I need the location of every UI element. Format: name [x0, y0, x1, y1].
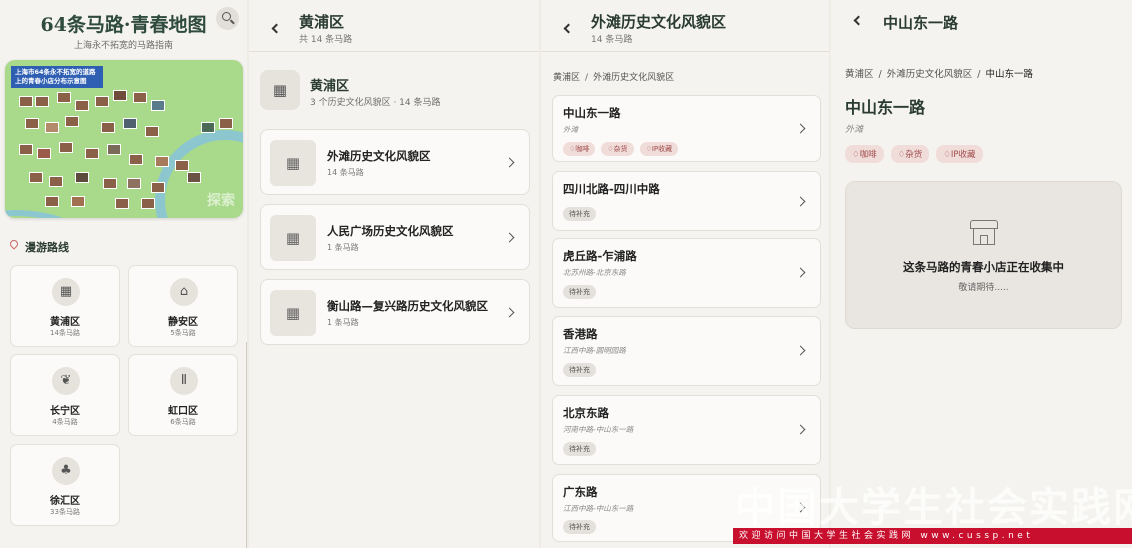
area-card[interactable]: ▦ 人民广场历史文化风貌区 1 条马路	[260, 204, 530, 270]
district-summary: ▦ 黄浦区 3 个历史文化风貌区 · 14 条马路	[260, 70, 530, 114]
pending-badge: 待补充	[563, 442, 596, 456]
site-watermark-bar: 欢迎访问中国大学生社会实践网 www.cussp.net	[733, 528, 1132, 544]
chevron-right-icon	[504, 307, 515, 318]
area-card[interactable]: ▦ 外滩历史文化风貌区 14 条马路	[260, 129, 530, 195]
store-icon	[970, 220, 998, 246]
chevron-right-icon	[795, 196, 806, 207]
breadcrumb-item: 外滩历史文化风貌区	[593, 73, 675, 83]
pending-badge: 待补充	[563, 363, 596, 377]
chevron-right-icon	[795, 267, 806, 278]
building-icon: ▦	[52, 278, 80, 306]
area-card[interactable]: ▦ 衡山路—复兴路历史文化风貌区 1 条马路	[260, 279, 530, 345]
district-card-hongkou[interactable]: Ⅱ 虹口区 6条马路	[128, 354, 238, 436]
tag-list: 待补充	[563, 363, 596, 377]
district-card-xuhui[interactable]: ♣ 徐汇区 33条马路	[10, 444, 120, 526]
district-card-jingan[interactable]: ⌂ 静安区 5条马路	[128, 265, 238, 347]
tag-badge: ♢咖啡	[563, 142, 596, 156]
pending-badge: 待补充	[563, 520, 596, 534]
building-icon: ▦	[270, 140, 316, 186]
chevron-left-icon	[563, 23, 574, 34]
tag-list: ♢咖啡 ♢杂货 ♢IP收藏	[845, 145, 983, 163]
empty-title: 这条马路的青春小店正在收集中	[903, 260, 1064, 274]
header: 外滩历史文化风貌区 14 条马路	[541, 0, 829, 52]
app-subtitle: 上海永不拓宽的马路指南	[73, 41, 173, 51]
road-card[interactable]: 四川北路-四川中路 待补充	[552, 171, 821, 231]
road-card[interactable]: 虎丘路-乍浦路 北苏州路-北京东路 待补充	[552, 238, 821, 308]
breadcrumb-item: 中山东一路	[985, 69, 1033, 80]
header-subtitle: 共 14 条马路	[299, 35, 353, 45]
tag-list: 待补充	[563, 285, 596, 299]
district-title: 黄浦区	[310, 79, 350, 94]
search-button[interactable]	[216, 7, 239, 30]
breadcrumb: 黄浦区 / 外滩历史文化风貌区 / 中山东一路	[845, 69, 1033, 80]
tree-icon: ♣	[52, 457, 80, 485]
map-watermark: 探索	[207, 193, 235, 209]
tag-list: 待补充	[563, 207, 596, 221]
tag-badge: ♢杂货	[601, 142, 634, 156]
road-card[interactable]: 中山东一路 外滩 ♢咖啡 ♢杂货 ♢IP收藏	[552, 95, 821, 162]
tag-badge: ♢IP收藏	[639, 142, 679, 156]
back-button[interactable]	[267, 20, 287, 40]
road-location: 外滩	[845, 125, 864, 135]
chevron-right-icon	[795, 123, 806, 134]
header-title: 黄浦区	[299, 13, 345, 31]
road-map-image[interactable]: 上海市64条永不拓宽的道路上的青春小店分布示意图 探索	[5, 60, 243, 218]
district-screen: 黄浦区 共 14 条马路 ▦ 黄浦区 3 个历史文化风貌区 · 14 条马路 ▦…	[249, 0, 539, 548]
road-title: 中山东一路	[845, 98, 926, 117]
app-title: 64条马路·青春地图	[40, 14, 207, 36]
tag-list: ♢咖啡 ♢杂货 ♢IP收藏	[563, 142, 679, 156]
chevron-right-icon	[795, 345, 806, 356]
empty-subtitle: 敬请期待.....	[958, 283, 1009, 293]
breadcrumb: 黄浦区 / 外滩历史文化风貌区	[553, 73, 675, 83]
back-button[interactable]	[559, 20, 579, 40]
scrollbar[interactable]	[246, 342, 247, 548]
chevron-right-icon	[795, 424, 806, 435]
app-screens: 64条马路·青春地图 上海永不拓宽的马路指南 上海市64条永不拓宽的道路上的青春…	[0, 0, 1132, 548]
tag-badge: ♢咖啡	[845, 145, 884, 163]
tag-badge: ♢IP收藏	[936, 145, 983, 163]
location-pin-icon	[10, 240, 18, 250]
building-icon: ▦	[270, 215, 316, 261]
back-button[interactable]	[849, 12, 869, 32]
road-card[interactable]: 北京东路 河南中路-中山东一路 待补充	[552, 395, 821, 465]
breadcrumb-item[interactable]: 外滩历史文化风貌区	[887, 69, 973, 80]
map-caption: 上海市64条永不拓宽的道路上的青春小店分布示意图	[11, 66, 103, 88]
district-card-changning[interactable]: ❦ 长宁区 4条马路	[10, 354, 120, 436]
building-icon: ▦	[270, 290, 316, 336]
home-icon: ⌂	[170, 278, 198, 306]
road-screen: 中山东一路 黄浦区 / 外滩历史文化风貌区 / 中山东一路 中山东一路 外滩 ♢咖啡 ♢…	[831, 0, 1132, 548]
header-subtitle: 14 条马路	[591, 35, 633, 45]
header-title: 中山东一路	[883, 14, 959, 32]
section-title: 漫游路线	[25, 241, 69, 254]
area-screen: 外滩历史文化风貌区 14 条马路 黄浦区 / 外滩历史文化风貌区 中山东一路 外滩 …	[541, 0, 829, 548]
site-watermark: 中国大学生社会实践网	[735, 484, 1132, 531]
header: 黄浦区 共 14 条马路	[249, 0, 539, 52]
leaf-icon: ❦	[52, 367, 80, 395]
tag-badge: ♢杂货	[890, 145, 930, 163]
empty-state: 这条马路的青春小店正在收集中 敬请期待.....	[845, 181, 1122, 329]
chevron-right-icon	[504, 232, 515, 243]
district-card-huangpu[interactable]: ▦ 黄浦区 14条马路	[10, 265, 120, 347]
header: 中山东一路	[831, 0, 1132, 44]
district-stats: 3 个历史文化风貌区 · 14 条马路	[310, 98, 441, 108]
pending-badge: 待补充	[563, 285, 596, 299]
tag-list: 待补充	[563, 442, 596, 456]
pillar-icon: Ⅱ	[170, 367, 198, 395]
breadcrumb-item[interactable]: 黄浦区	[845, 69, 874, 80]
tag-list: 待补充	[563, 520, 596, 534]
breadcrumb-item[interactable]: 黄浦区	[553, 73, 580, 83]
chevron-right-icon	[504, 157, 515, 168]
chevron-left-icon	[271, 23, 282, 34]
header-title: 外滩历史文化风貌区	[591, 13, 727, 31]
pending-badge: 待补充	[563, 207, 596, 221]
chevron-left-icon	[853, 15, 864, 26]
home-screen: 64条马路·青春地图 上海永不拓宽的马路指南 上海市64条永不拓宽的道路上的青春…	[0, 0, 247, 548]
building-icon: ▦	[260, 70, 300, 110]
road-card[interactable]: 香港路 江西中路-圆明园路 待补充	[552, 316, 821, 386]
